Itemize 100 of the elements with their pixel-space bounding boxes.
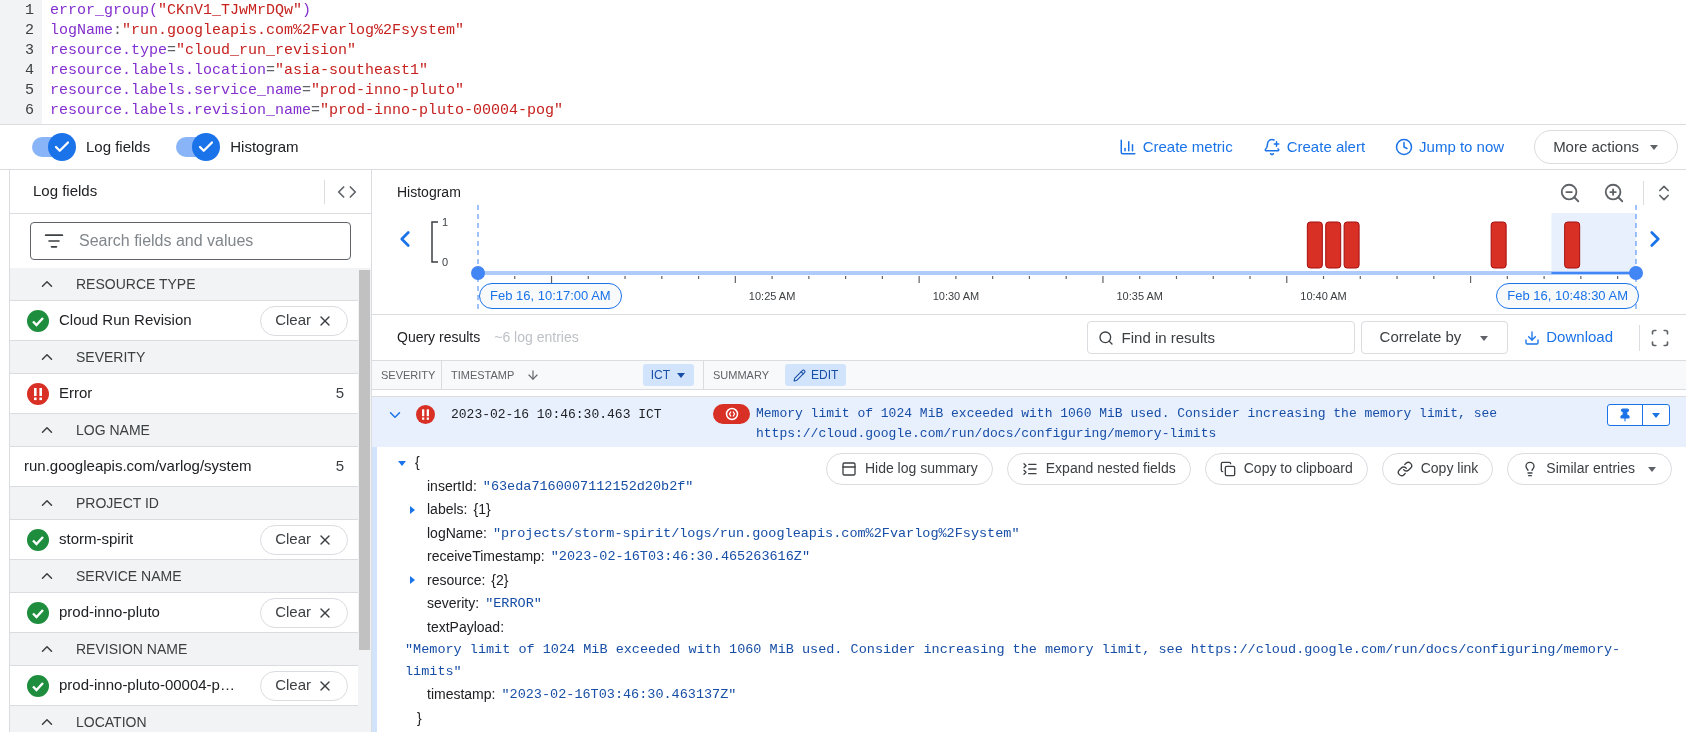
tick-label: 10:25 AM [748, 290, 796, 302]
zoom-in-icon[interactable] [1603, 181, 1625, 204]
range-handle[interactable] [1629, 266, 1643, 280]
histogram-bar [1490, 221, 1507, 269]
action-link[interactable]: Create metric [1118, 135, 1233, 159]
section-header[interactable]: RESOURCE TYPE [10, 268, 358, 301]
section-header[interactable]: SERVICE NAME [10, 560, 358, 593]
find-field[interactable]: Find in results [1086, 321, 1355, 354]
field-value[interactable]: Cloud Run Revision [59, 309, 192, 332]
histogram-bar [1306, 221, 1323, 269]
section-header[interactable]: LOCATION [10, 706, 358, 732]
tick-label: 0 [442, 256, 449, 268]
section-title: Query results [397, 328, 481, 347]
check-circle-icon [27, 601, 49, 624]
json-brace: } [416, 708, 423, 728]
field-value[interactable]: prod-inno-pluto [59, 601, 160, 624]
edit-chip[interactable]: EDIT [785, 364, 847, 386]
caret-icon[interactable] [407, 504, 417, 515]
action-button[interactable]: Hide log summary [825, 453, 993, 485]
histogram-bar [1343, 221, 1360, 269]
clock-icon [1395, 138, 1414, 156]
section-header[interactable]: PROJECT ID [10, 487, 358, 520]
json-key: resource: [427, 568, 486, 592]
error-icon [27, 382, 49, 405]
search-icon [1097, 330, 1114, 346]
range-handle[interactable] [471, 266, 485, 280]
search-field[interactable]: Search fields and values [30, 222, 351, 260]
link-icon [1396, 461, 1413, 477]
timestamp: 2023-02-16 10:46:30.463 ICT [450, 406, 663, 424]
download-button[interactable]: Download [1524, 326, 1613, 349]
query-line: resource.labels.service_name="prod-inno-pluto" [50, 81, 466, 101]
json-key: labels: [427, 498, 468, 522]
column-header[interactable]: SEVERITY [381, 366, 436, 384]
action-link[interactable]: Create alert [1262, 135, 1366, 159]
toggle-switch[interactable]: Log fields [32, 135, 151, 159]
query-line: logName:"run.googleapis.com%2Fvarlog%2Fsystem" [50, 21, 466, 41]
json-key: severity: [427, 592, 480, 616]
count: 5 [335, 383, 345, 404]
list-icon [1021, 461, 1038, 477]
toggle-switch[interactable]: Histogram [176, 135, 299, 159]
caret-icon[interactable] [1651, 410, 1661, 420]
json-value: "2023-02-16T03:46:30.463137Z" [501, 686, 737, 704]
field-value[interactable]: storm-spirit [59, 528, 134, 551]
y-axis [431, 221, 439, 263]
caret-icon[interactable] [407, 575, 417, 586]
scrollbar[interactable] [358, 268, 371, 732]
line-number: 4 [24, 61, 34, 81]
json-key: insertId: [427, 474, 477, 498]
histogram-bar [1325, 221, 1342, 269]
tick-label: 1 [442, 216, 449, 228]
action-button[interactable]: Similar entries [1507, 453, 1672, 485]
copy-icon [1219, 461, 1236, 477]
caret-icon[interactable] [1647, 464, 1657, 474]
zoom-out-icon[interactable] [1559, 181, 1581, 204]
action-link[interactable]: Jump to now [1395, 135, 1505, 159]
panel-title: Log fields [33, 181, 98, 202]
caret-icon[interactable] [676, 370, 686, 380]
query-line: resource.labels.revision_name="prod-inno-pluto-00004-pog" [50, 101, 565, 121]
correlate-dropdown[interactable]: Correlate by [1360, 321, 1509, 354]
section-header[interactable]: SEVERITY [10, 341, 358, 374]
section-title: Histogram [397, 183, 461, 202]
field-value[interactable]: Error [59, 382, 93, 405]
json-value: "63eda7160007112152d20b2f" [482, 477, 694, 496]
section-header[interactable]: REVISION NAME [10, 633, 358, 666]
json-brace: { [415, 453, 420, 472]
panel-icon [840, 461, 857, 477]
field-value[interactable]: prod-inno-pluto-00004-p… [59, 674, 235, 697]
bell-plus-icon [1262, 138, 1281, 156]
json-value: "ERROR" [485, 595, 542, 613]
count: 5 [335, 456, 345, 477]
action-button[interactable]: Copy to clipboard [1204, 453, 1368, 485]
caret-icon[interactable] [1649, 142, 1659, 152]
column-header[interactable]: SUMMARY [713, 366, 770, 384]
json-value: {1} [473, 500, 491, 519]
filter-icon [44, 231, 64, 251]
section-header[interactable]: LOG NAME [10, 414, 358, 447]
column-header[interactable]: TIMESTAMP [451, 366, 515, 384]
check-circle-icon [27, 674, 49, 697]
line-number: 5 [24, 81, 34, 101]
range-start-chip[interactable]: Feb 16, 10:17:00 AM [479, 283, 622, 309]
field-value[interactable]: run.googleapis.com/varlog/system [24, 455, 252, 478]
pencil-icon [793, 368, 807, 382]
range-end-chip[interactable]: Feb 16, 10:48:30 AM [1496, 283, 1639, 309]
query-line: error_group("CKnV1_TJwMrDQw") [50, 1, 313, 21]
json-value: "Memory limit of 1024 MiB exceeded with 1060 MiB used. Consider increasing the memory limit, see https://cloud.google.com/run/docs/configuring/memory-limits" [405, 641, 1622, 681]
line-number: 6 [24, 101, 34, 121]
json-value: "projects/storm-spirit/logs/run.googleapis.com%2Fvarlog%2Fsystem" [492, 524, 1020, 543]
timezone-chip[interactable]: ICT [642, 364, 694, 386]
query-line: resource.type="cloud_run_revision" [50, 41, 358, 61]
json-key: receiveTimestamp: [427, 545, 545, 569]
tick-label: 10:35 AM [1116, 290, 1163, 302]
action-button[interactable]: Expand nested fields [1006, 453, 1191, 485]
pin-button[interactable] [1607, 404, 1670, 426]
fullscreen-icon[interactable] [1650, 327, 1670, 348]
json-value: {2} [491, 570, 509, 590]
histogram-bar [1564, 221, 1581, 269]
tick-label: 10:30 AM [932, 290, 980, 302]
action-button[interactable]: Copy link [1381, 453, 1494, 485]
line-number: 2 [24, 21, 34, 41]
json-key: logName: [427, 521, 487, 545]
